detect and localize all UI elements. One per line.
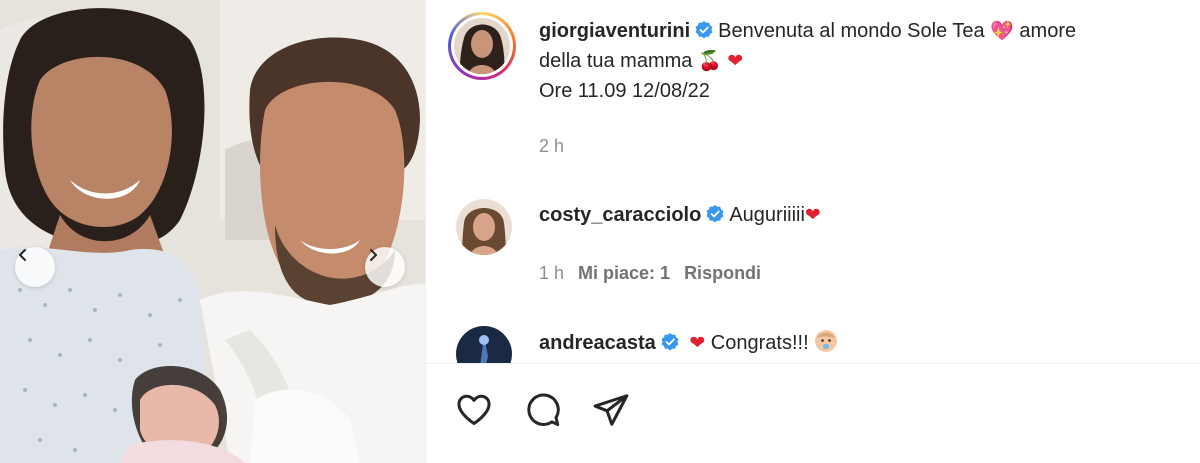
post-details-panel: giorgiaventurini Benvenuta al mondo Sole … [425, 0, 1200, 463]
verified-badge-icon [706, 205, 724, 223]
chevron-right-icon [370, 249, 377, 261]
post-caption: giorgiaventurini Benvenuta al mondo Sole … [539, 16, 1189, 106]
comment-button[interactable] [524, 391, 562, 434]
caption-text-line3: Ore 11.09 12/08/22 [539, 80, 710, 102]
comment-clip: andreacasta ❤ Congrats!!! [426, 300, 1200, 363]
cherries-emoji: 🍒 [697, 50, 722, 72]
caption-text-line2: della tua mamma [539, 50, 693, 72]
verified-badge-icon [695, 21, 713, 39]
post-actions [454, 391, 630, 434]
share-icon [593, 394, 629, 426]
caption-text-line1: Benvenuta al mondo Sole Tea [718, 20, 985, 42]
post-photo[interactable] [0, 0, 425, 463]
avatar-image [456, 326, 512, 363]
comment-username[interactable]: andreacasta [539, 332, 656, 354]
comment-text: Congrats!!! [710, 332, 809, 354]
like-button[interactable] [454, 391, 494, 434]
heart-icon [457, 394, 491, 425]
caption-text-line1-end: amore [1019, 20, 1077, 42]
comment-meta: 1 h Mi piace: 1 Rispondi [539, 263, 761, 284]
share-button[interactable] [592, 391, 630, 434]
comment-item: costy_caracciolo Auguriiiii❤ [539, 200, 821, 230]
next-photo-button[interactable] [365, 247, 405, 287]
comment-item: andreacasta ❤ Congrats!!! [539, 328, 838, 358]
commenter-avatar[interactable] [456, 326, 512, 363]
red-heart-emoji: ❤ [727, 50, 744, 72]
caption-timestamp[interactable]: 2 h [539, 136, 564, 157]
author-avatar[interactable] [448, 12, 516, 80]
commenter-avatar[interactable] [456, 199, 512, 255]
comment-timestamp[interactable]: 1 h [539, 263, 564, 283]
previous-photo-button[interactable] [15, 247, 55, 287]
sparkling-heart-emoji: 💖 [990, 20, 1014, 42]
caption-username[interactable]: giorgiaventurini [539, 20, 690, 42]
comment-text: Auguriiiii [729, 204, 805, 226]
avatar-image [454, 18, 510, 74]
chevron-left-icon [19, 249, 26, 261]
verified-badge-icon [661, 333, 679, 351]
comment-icon [527, 393, 560, 427]
reply-button[interactable]: Rispondi [684, 263, 761, 283]
avatar-image [456, 199, 512, 255]
red-heart-emoji: ❤ [804, 204, 821, 226]
baby-emoji-icon [815, 330, 838, 352]
red-heart-emoji: ❤ [689, 332, 706, 354]
comment-username[interactable]: costy_caracciolo [539, 204, 701, 226]
actions-divider [426, 363, 1200, 364]
comment-likes-count[interactable]: Mi piace: 1 [578, 263, 670, 283]
photo-illustration [0, 0, 425, 463]
